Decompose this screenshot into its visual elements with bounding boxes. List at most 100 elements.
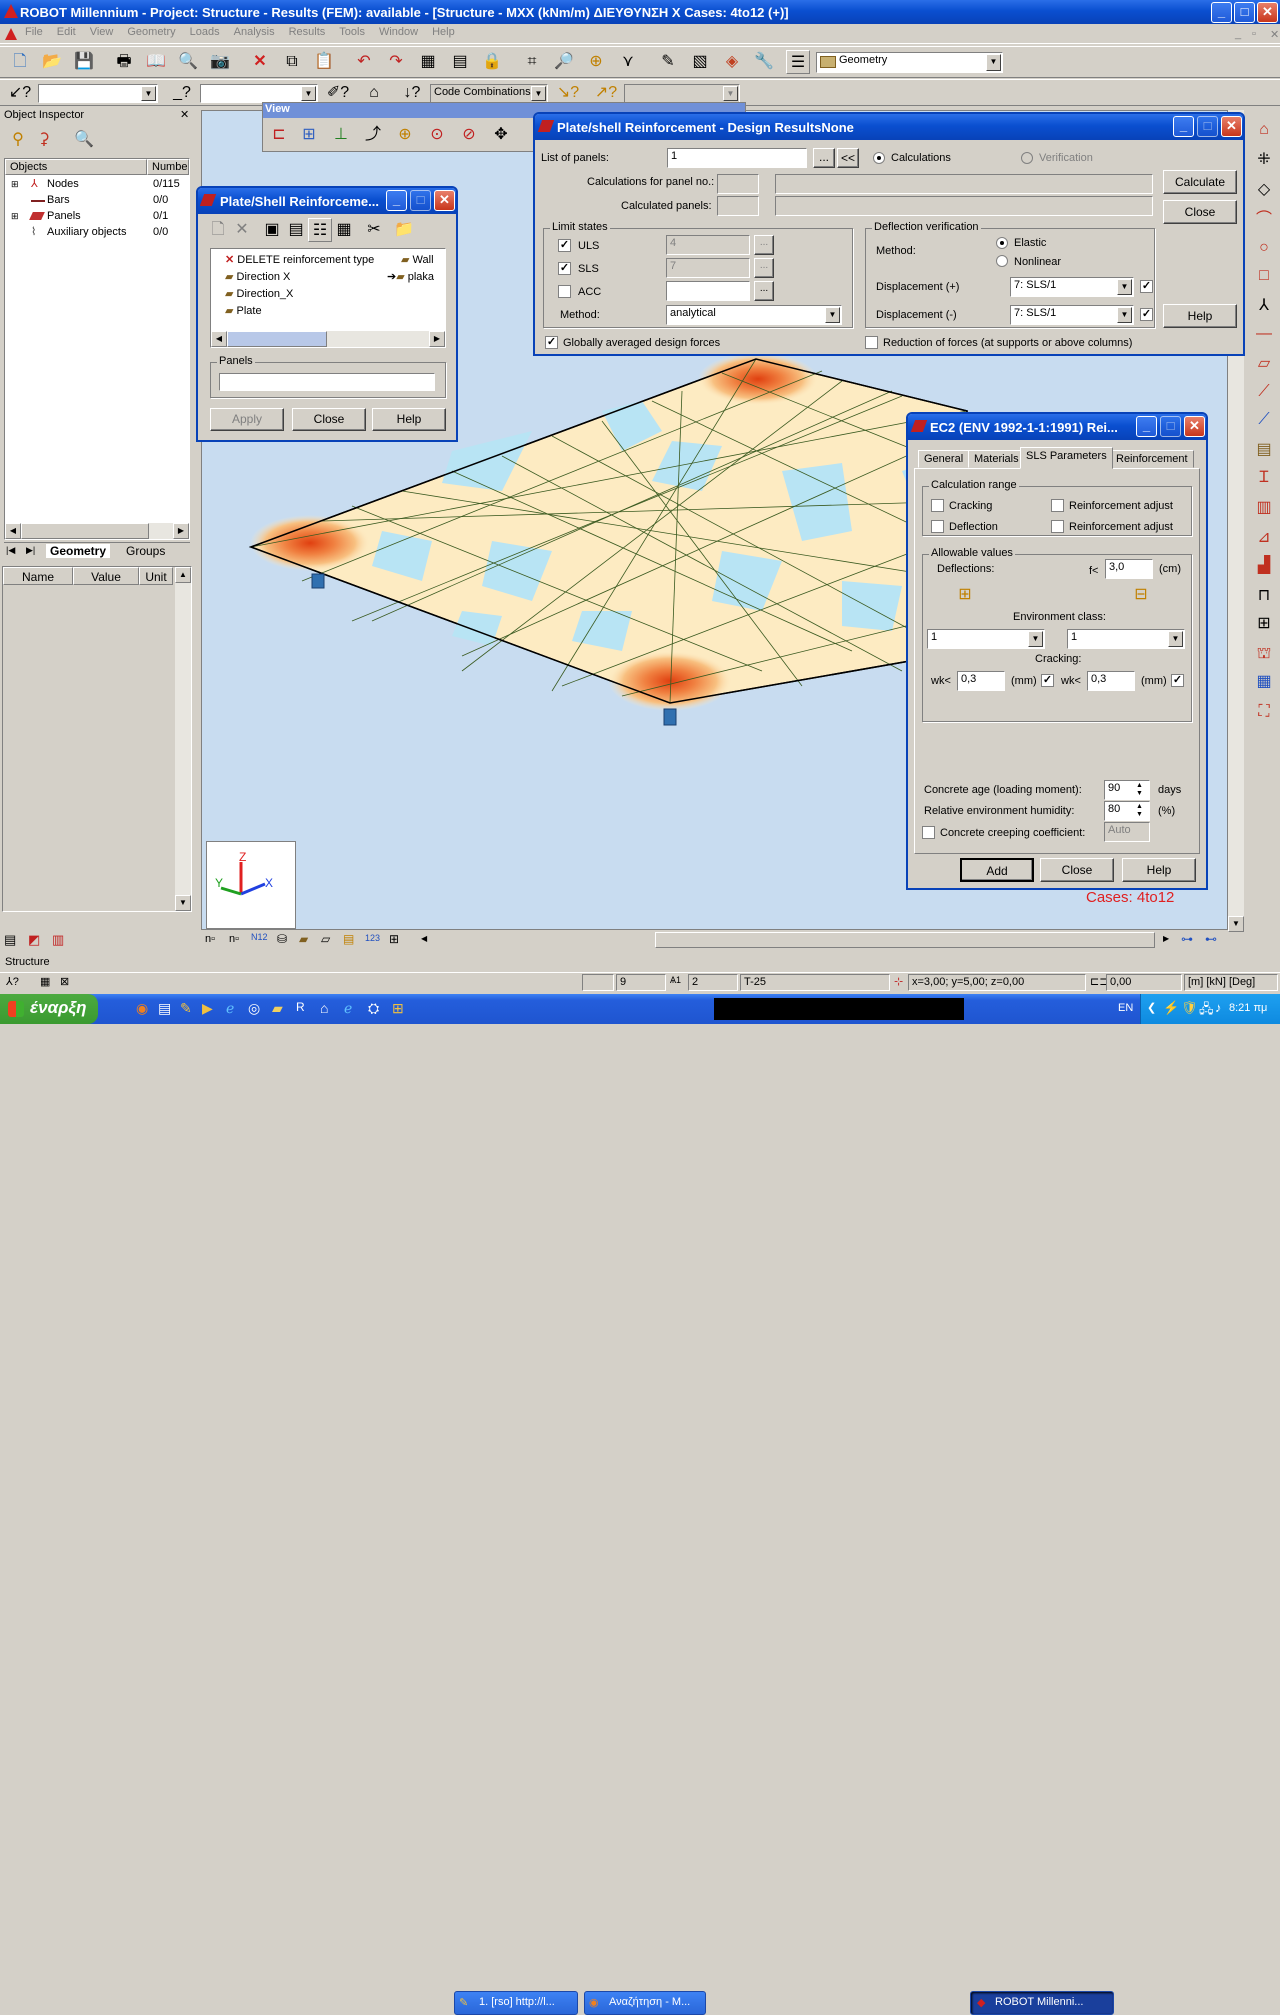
values-icon[interactable]: 123 xyxy=(365,933,380,943)
menu-view[interactable]: View xyxy=(83,24,121,40)
help-button-results[interactable]: Help xyxy=(1163,304,1237,328)
apply-button[interactable]: Apply xyxy=(210,408,284,431)
tab-groups[interactable]: Groups xyxy=(126,544,165,558)
browse-panels-button[interactable]: ... xyxy=(813,148,835,168)
view-split-icon[interactable]: ⊶ xyxy=(1181,932,1193,946)
calc-tool-icon[interactable]: ⛶ xyxy=(1252,700,1276,724)
chevron-down-icon[interactable]: ▼ xyxy=(1168,631,1183,647)
tab-materials[interactable]: Materials xyxy=(968,450,1025,468)
list-item-delete-type[interactable]: ✕ DELETE reinforcement type xyxy=(225,253,374,266)
chevron-down-icon[interactable]: ▼ xyxy=(723,86,738,101)
chevron-down-icon[interactable]: ▼ xyxy=(1028,631,1043,647)
bar-numbers-icon[interactable]: N12 xyxy=(251,932,268,942)
print-icon[interactable]: 🖶 xyxy=(112,50,136,74)
chevron-down-icon[interactable]: ▼ xyxy=(1117,279,1132,295)
tree-row-bars[interactable]: Bars 0/0 xyxy=(9,193,189,209)
calculator-icon[interactable]: ▦ xyxy=(416,50,440,74)
tray-arrow-icon[interactable]: ❮ xyxy=(1147,1001,1156,1014)
list-item-direction-x[interactable]: ▰ Direction X xyxy=(225,270,290,283)
close-button-ec2[interactable]: Close xyxy=(1040,858,1114,882)
inspector-icon-2[interactable]: ◩ xyxy=(28,932,40,948)
tray-icon-3[interactable]: 🖧 xyxy=(1199,1000,1214,1022)
maximize-button[interactable]: □ xyxy=(1197,116,1218,137)
save-icon[interactable]: 💾 xyxy=(72,50,96,74)
prop-unit-header[interactable]: Unit xyxy=(139,567,173,585)
doc-restore-icon[interactable]: ▫ xyxy=(1245,26,1263,42)
mode-combo[interactable]: ▼ xyxy=(624,84,740,103)
close-button[interactable]: ✕ xyxy=(1257,2,1278,23)
hatch-icon[interactable]: ▧ xyxy=(688,50,712,74)
tree-hscrollbar[interactable]: ◀ ▶ xyxy=(5,523,189,539)
menu-help[interactable]: Help xyxy=(425,24,462,40)
reinf-adjust-2-checkbox[interactable] xyxy=(1051,520,1064,533)
tab-scroll-right-icon[interactable]: ▶| xyxy=(26,545,35,556)
spin-arrows-icon[interactable]: ▲ ▼ xyxy=(1136,803,1143,819)
filter-clear-icon[interactable]: ⚳ xyxy=(32,128,56,152)
node-tool-icon[interactable]: ⁜ xyxy=(1252,148,1276,172)
large-icons-icon[interactable]: ▣ xyxy=(260,218,284,242)
status-icon-1[interactable]: ⅄? xyxy=(6,975,19,988)
menu-analysis[interactable]: Analysis xyxy=(227,24,282,40)
quicklaunch-icon-4[interactable]: ▶ xyxy=(202,1000,213,1017)
paste-icon[interactable]: 📋 xyxy=(312,50,336,74)
structure-tab[interactable]: Structure xyxy=(2,955,62,971)
camera-icon[interactable]: 📷 xyxy=(208,50,232,74)
maximize-button[interactable]: □ xyxy=(1234,2,1255,23)
bar-selection-combo[interactable]: ▼ xyxy=(200,84,318,103)
back-button[interactable]: << xyxy=(837,148,859,168)
pan-icon[interactable]: ✥ xyxy=(489,123,513,147)
sls-checkbox[interactable]: ✓ xyxy=(558,262,571,275)
zoom-icon[interactable]: 🔎 xyxy=(552,50,576,74)
uls-checkbox[interactable]: ✓ xyxy=(558,239,571,252)
acc-checkbox[interactable] xyxy=(558,285,571,298)
reduction-checkbox[interactable] xyxy=(865,336,878,349)
model-icon[interactable]: ◈ xyxy=(720,50,744,74)
plate-shell-titlebar[interactable]: Plate/Shell Reinforceme... _ □ ✕ xyxy=(198,188,456,214)
frame-tool-icon[interactable]: ⊓ xyxy=(1252,584,1276,608)
rectangle-tool-icon[interactable]: □ xyxy=(1252,264,1276,288)
axis-display-icon[interactable]: ⊞ xyxy=(389,932,399,946)
prop-value-header[interactable]: Value xyxy=(73,567,139,585)
acc-field[interactable] xyxy=(666,281,750,301)
close-button-results[interactable]: Close xyxy=(1163,200,1237,224)
col-objects-header[interactable]: Objects xyxy=(5,159,147,175)
expand-icon[interactable]: ⊞ xyxy=(11,179,19,190)
env-class-right-select[interactable]: 1 ▼ xyxy=(1067,629,1185,649)
tab-sls-parameters[interactable]: SLS Parameters xyxy=(1020,447,1113,469)
thickness-tool-icon[interactable]: ▥ xyxy=(1252,496,1276,520)
humidity-spin[interactable]: 80 xyxy=(1104,801,1150,821)
undo-icon[interactable]: ↶ xyxy=(352,50,376,74)
redo-icon[interactable]: ↷ xyxy=(384,50,408,74)
list-view-icon[interactable]: ☷ xyxy=(308,218,332,242)
tray-icon-2[interactable]: 🛡 xyxy=(1181,1000,1198,1016)
spin-arrows-icon[interactable]: ▲ ▼ xyxy=(1136,782,1143,798)
elastic-radio[interactable] xyxy=(996,237,1008,249)
scroll-right-icon[interactable]: ▶ xyxy=(173,523,189,539)
find-icon[interactable]: 🔍 xyxy=(72,128,96,152)
start-button[interactable]: έναρξη xyxy=(0,994,98,1024)
menu-loads[interactable]: Loads xyxy=(183,24,227,40)
support-tool-icon[interactable]: ⅄ xyxy=(1252,294,1276,318)
acc-browse-button[interactable]: ... xyxy=(754,281,774,301)
scroll-left-icon[interactable]: ◀ xyxy=(211,331,227,347)
prop-name-header[interactable]: Name xyxy=(3,567,73,585)
close-button[interactable]: ✕ xyxy=(1221,116,1242,137)
open-icon[interactable]: 📂 xyxy=(40,50,64,74)
close-button[interactable]: ✕ xyxy=(434,190,455,211)
disp-plus-select[interactable]: 7: SLS/1 ▼ xyxy=(1010,277,1134,297)
design-results-titlebar[interactable]: Plate/shell Reinforcement - Design Resul… xyxy=(535,114,1243,140)
disp-minus-select[interactable]: 7: SLS/1 ▼ xyxy=(1010,305,1134,325)
zoom-out-icon[interactable]: ⊘ xyxy=(457,123,481,147)
close-button[interactable]: ✕ xyxy=(1184,416,1205,437)
menu-geometry[interactable]: Geometry xyxy=(120,24,182,40)
tab-reinforcement[interactable]: Reinforcement xyxy=(1110,450,1194,468)
quicklaunch-icon-3[interactable]: ✎ xyxy=(180,1000,192,1017)
small-icons-icon[interactable]: ▤ xyxy=(284,218,308,242)
slab-tool-icon[interactable]: ⊿ xyxy=(1252,526,1276,550)
help-button-small[interactable]: Help xyxy=(372,408,446,431)
section-tool-icon[interactable]: ▤ xyxy=(1252,438,1276,462)
panels-input[interactable] xyxy=(219,373,435,391)
minimize-button[interactable]: _ xyxy=(1211,2,1232,23)
panel-fill-icon[interactable]: ▰ xyxy=(299,932,308,946)
numbering-icon[interactable]: n▫ xyxy=(205,933,215,945)
